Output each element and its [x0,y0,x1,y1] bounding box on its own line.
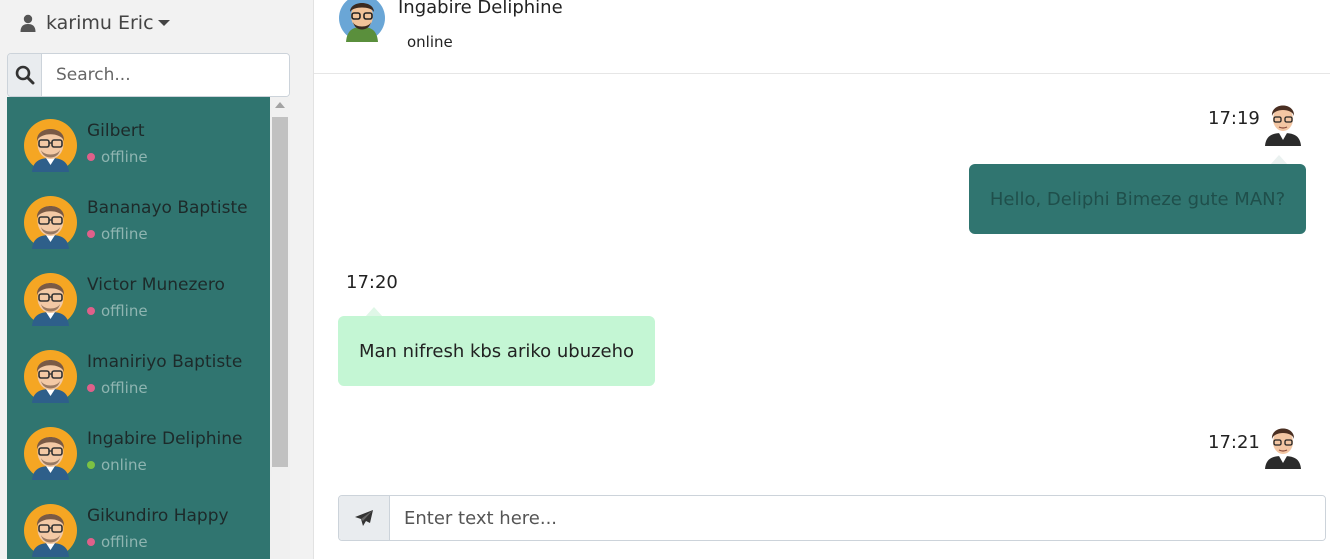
contact-name: Gikundiro Happy [87,506,229,526]
contact-item[interactable]: Bananayo Baptiste offline [7,174,270,251]
online-status-dot [87,461,95,469]
contact-status: offline [87,533,148,551]
contact-avatar [24,350,77,403]
sender-avatar [1265,428,1301,469]
send-button[interactable] [339,496,390,540]
contact-name: Victor Munezero [87,275,225,295]
message-timestamp: 17:20 [346,272,398,293]
contact-status-text: offline [101,148,148,166]
search-addon[interactable] [8,54,42,96]
chat-partner-status-text: online [407,33,453,51]
contact-name: Bananayo Baptiste [87,198,248,218]
contact-name: Gilbert [87,121,145,141]
contact-list-scrollbar[interactable] [270,97,290,559]
offline-status-dot [87,307,95,315]
chat-partner-avatar [339,0,385,42]
contact-name: Ingabire Deliphine [87,429,243,449]
user-menu-dropdown[interactable]: karimu Eric [20,10,170,36]
message-input[interactable] [390,496,1325,540]
contact-status-text: offline [101,533,148,551]
contact-item[interactable]: Imaniriyo Baptiste offline [7,328,270,405]
outgoing-message-bubble: Hello, Deliphi Bimeze gute MAN? [969,164,1306,234]
contact-item[interactable]: Victor Munezero offline [7,251,270,328]
message-composer [338,495,1326,541]
contact-status-text: offline [101,379,148,397]
contact-status-text: offline [101,225,148,243]
chat-partner-name: Ingabire Deliphine [398,0,563,18]
current-user-name: karimu Eric [46,12,154,34]
message-text: Man nifresh kbs ariko ubuzeho [358,340,635,362]
offline-status-dot [87,384,95,392]
contact-avatar [24,119,77,172]
contact-avatar [24,196,77,249]
search-icon [15,65,34,85]
chat-header: Ingabire Deliphine online [314,0,1330,74]
contact-status-text: online [101,456,147,474]
offline-status-dot [87,230,95,238]
chat-partner-status: online [398,33,453,51]
contact-item[interactable]: Ingabire Deliphine online [7,405,270,482]
contact-status: offline [87,302,148,320]
message-text: Hello, Deliphi Bimeze gute MAN? [989,188,1286,210]
search-input[interactable] [42,54,289,96]
sender-avatar [1265,105,1301,146]
contact-avatar [24,504,77,557]
contact-status: offline [87,379,148,397]
offline-status-dot [87,153,95,161]
scroll-up-arrow-icon[interactable] [275,102,285,108]
sidebar: karimu Eric GilbertofflineBananayo Bapti… [0,0,314,559]
contact-item[interactable]: Gilbert offline [7,97,270,174]
contact-avatar [24,273,77,326]
contact-status-text: offline [101,302,148,320]
chevron-down-icon [157,20,170,26]
contact-item[interactable]: Gikundiro Happy offline [7,482,270,559]
message-timestamp: 17:21 [1208,432,1260,453]
contact-list: Gilbert offline Bananayo Baptiste offline Vi… [7,97,270,559]
user-icon [20,14,36,32]
contact-status: offline [87,225,148,243]
online-status-dot [398,39,405,46]
contact-name: Imaniriyo Baptiste [87,352,243,372]
contact-status: offline [87,148,148,166]
contact-avatar [24,427,77,480]
paper-plane-icon [355,510,373,526]
message-timestamp: 17:19 [1208,108,1260,129]
offline-status-dot [87,538,95,546]
search-group [7,53,290,97]
incoming-message-bubble: Man nifresh kbs ariko ubuzeho [338,316,655,386]
scrollbar-thumb[interactable] [272,117,288,467]
contact-status: online [87,456,147,474]
